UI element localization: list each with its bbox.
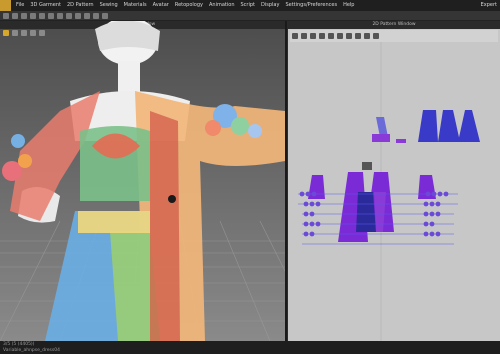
window-2d-title: 2D Pattern Window bbox=[288, 21, 500, 29]
menu-settings[interactable]: Settings/Preferences bbox=[282, 0, 340, 11]
simulate-icon[interactable] bbox=[30, 12, 36, 19]
move-tool-icon[interactable] bbox=[12, 12, 18, 19]
window-3d[interactable]: 3D Window bbox=[0, 21, 287, 341]
app-logo-icon[interactable] bbox=[0, 0, 11, 11]
polygon-tool-icon[interactable] bbox=[328, 33, 334, 39]
free-sewing-icon[interactable] bbox=[373, 33, 379, 39]
zoom-tool-icon[interactable] bbox=[75, 12, 81, 19]
viewport-3d-scene[interactable] bbox=[0, 21, 287, 341]
button-detail bbox=[168, 195, 176, 203]
add-point-icon[interactable] bbox=[319, 33, 325, 39]
menu-materials[interactable]: Materials bbox=[121, 0, 150, 11]
fold-tool-icon[interactable] bbox=[48, 12, 54, 19]
circle-tool-icon[interactable] bbox=[346, 33, 352, 39]
pin-tool-icon[interactable] bbox=[39, 12, 45, 19]
status-filename: Variable_ahnpse_dress04 bbox=[3, 347, 60, 353]
pattern-toolbar bbox=[290, 30, 498, 42]
camera-tool-icon[interactable] bbox=[102, 12, 108, 19]
menu-3d-garment[interactable]: 3D Garment bbox=[27, 0, 64, 11]
window-2d-pattern[interactable]: 2D Pattern Window bbox=[288, 21, 500, 341]
select-tool-icon[interactable] bbox=[3, 12, 9, 19]
texture-tool-icon[interactable] bbox=[84, 12, 90, 19]
avatar-tool-icon[interactable] bbox=[93, 12, 99, 19]
rectangle-tool-icon[interactable] bbox=[337, 33, 343, 39]
menu-bar: File 3D Garment 2D Pattern Sewing Materi… bbox=[0, 0, 500, 11]
segment-sewing-icon[interactable] bbox=[364, 33, 370, 39]
menu-display[interactable]: Display bbox=[258, 0, 282, 11]
menu-retopology[interactable]: Retopology bbox=[172, 0, 206, 11]
menu-2d-pattern[interactable]: 2D Pattern bbox=[64, 0, 97, 11]
workspace-mode[interactable]: Expert bbox=[481, 0, 497, 11]
pattern-canvas[interactable] bbox=[288, 42, 500, 341]
edit-pattern-icon[interactable] bbox=[301, 33, 307, 39]
waistband bbox=[78, 211, 150, 233]
dress-patterns bbox=[308, 162, 436, 242]
transform-pattern-icon[interactable] bbox=[292, 33, 298, 39]
menu-avatar[interactable]: Avatar bbox=[150, 0, 172, 11]
rotate-tool-icon[interactable] bbox=[21, 12, 27, 19]
menu-script[interactable]: Script bbox=[238, 0, 259, 11]
top-patterns bbox=[372, 110, 480, 143]
status-bar: 3/5 (5 (4405)) Variable_ahnpse_dress04 bbox=[0, 341, 500, 354]
menu-sewing[interactable]: Sewing bbox=[97, 0, 121, 11]
menu-file[interactable]: File bbox=[13, 0, 27, 11]
edit-curvature-icon[interactable] bbox=[310, 33, 316, 39]
menu-animation[interactable]: Animation bbox=[206, 0, 238, 11]
coat-inner-red bbox=[150, 111, 180, 341]
main-toolbar bbox=[0, 11, 500, 21]
measure-tool-icon[interactable] bbox=[66, 12, 72, 19]
tack-tool-icon[interactable] bbox=[57, 12, 63, 19]
menu-help[interactable]: Help bbox=[340, 0, 357, 11]
internal-line-icon[interactable] bbox=[355, 33, 361, 39]
